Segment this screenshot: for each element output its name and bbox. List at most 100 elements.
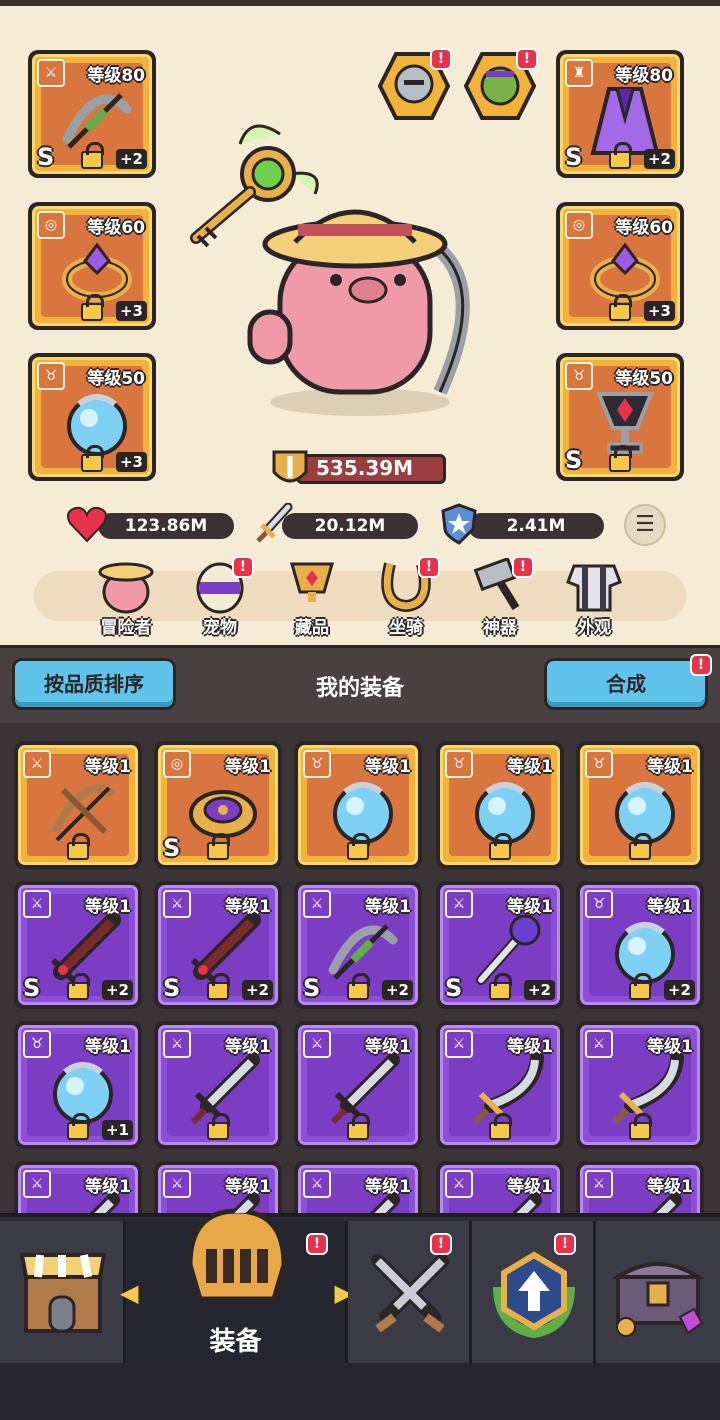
equip-slot-weapon[interactable]: ⚔ 等级80 S +2 [28,50,156,178]
tab-upgrade[interactable]: ! [472,1221,596,1363]
upgrade-emblem-icon [493,1251,575,1339]
sword-icon: ⚔ [23,890,51,918]
level-label: 等级1 [85,1037,131,1057]
nav-pet[interactable]: ! 宠物 [180,556,260,638]
nav-mount[interactable]: ! 坐骑 [366,556,446,638]
inventory-item[interactable]: ⚔ 等级1 [294,1161,422,1213]
sword-icon: ⚔ [303,1170,331,1198]
enhance-level: +3 [115,452,147,472]
inventory-item[interactable]: ⚔ 等级1 S +2 [294,881,422,1009]
inventory-item[interactable]: ⚔ 等级1 [436,1161,564,1213]
tab-equipment[interactable]: ◀ ! 装备 ▶ [120,1208,353,1363]
enhance-level: +2 [115,149,147,169]
sword-icon: ⚔ [23,1170,51,1198]
sort-by-quality-button[interactable]: 按品质排序 [12,658,176,710]
equip-slot-ring[interactable]: ◎ 等级60 +3 [28,202,156,330]
grade-label: S [565,143,583,171]
nav-collection[interactable]: 藏品 [272,558,352,638]
necklace-icon: ♉ [23,1030,51,1058]
inventory-item[interactable]: ⚔ 等级1 S +2 [14,881,142,1009]
tab-shop[interactable] [0,1221,126,1363]
level-label: 等级1 [225,1037,271,1057]
level-label: 等级1 [85,897,131,917]
sword-icon: ⚔ [163,890,191,918]
outfit-icon [566,564,622,612]
level-label: 等级1 [225,757,271,777]
equip-slot-necklace[interactable]: ♉ 等级50 +3 [28,353,156,481]
details-button[interactable]: ☰ [624,504,666,546]
crossed-swords-icon [371,1254,449,1333]
inventory-item[interactable]: ⚔ 等级1 [576,1021,704,1149]
alert-badge: ! [512,556,534,578]
companion-orc[interactable]: ! [463,48,538,122]
lock-icon [81,142,104,169]
inventory-item[interactable]: ⚔ 等级1 [14,1161,142,1213]
inventory-item[interactable]: ♉ 等级1 [576,741,704,869]
level-label: 等级60 [615,218,673,238]
nav-label: 神器 [483,618,517,638]
lock-icon [609,142,632,169]
inventory-item[interactable]: ◎ 等级1 S [154,741,282,869]
enhance-level: +2 [523,980,555,1000]
sword-icon: ⚔ [445,1030,473,1058]
tab-treasure[interactable] [596,1221,720,1363]
nav-label: 坐骑 [389,618,423,638]
inventory-item[interactable]: ♉ 等级1 +1 [14,1021,142,1149]
equip-slot-trinket[interactable]: ♉ 等级50 S [556,353,684,481]
inventory-item[interactable]: ⚔ 等级1 S +2 [436,881,564,1009]
nav-appearance[interactable]: 外观 [554,558,634,638]
nav-artifact[interactable]: ! 神器 [460,556,540,638]
tab-label: 装备 [209,1327,262,1357]
enhance-level: +2 [101,980,133,1000]
tab-battle[interactable]: ! [348,1221,472,1363]
sword-icon: ⚔ [163,1030,191,1058]
level-label: 等级1 [225,897,271,917]
inventory-item[interactable]: ⚔ 等级1 S +2 [154,881,282,1009]
alert-badge: ! [232,556,254,578]
level-label: 等级1 [507,1177,553,1197]
grade-label: S [163,834,181,862]
equip-slot-ring-2[interactable]: ◎ 等级60 +3 [556,202,684,330]
equip-slot-armor[interactable]: ♜ 等级80 S +2 [556,50,684,178]
nav-adventurer[interactable]: 冒险者 [86,558,166,638]
necklace-icon: ♉ [445,750,473,778]
inventory-item[interactable]: ♉ 等级1 +2 [576,881,704,1009]
lock-icon [609,445,632,472]
enhance-level: +2 [241,980,273,1000]
combat-power: 535.39M [270,448,446,488]
inventory-item[interactable]: ⚔ 等级1 [294,1021,422,1149]
enhance-level: +2 [663,980,695,1000]
level-label: 等级1 [647,1177,693,1197]
level-label: 等级1 [365,757,411,777]
level-label: 等级50 [87,369,145,389]
sword-icon: ⚔ [37,59,65,87]
inventory-item[interactable]: ⚔ 等级1 [154,1021,282,1149]
inventory-item[interactable]: ⚔ 等级1 [14,741,142,869]
sword-icon: ⚔ [585,1170,613,1198]
lock-icon [609,294,632,321]
inventory-item[interactable]: ⚔ 等级1 [436,1021,564,1149]
hp-stat: 123.86M [98,513,234,539]
sword-shield-icon [272,450,308,483]
level-label: 等级1 [647,1037,693,1057]
enhance-level: +1 [101,1120,133,1140]
inventory-item[interactable]: ⚔ 等级1 [576,1161,704,1213]
grade-label: S [37,143,55,171]
ring-icon: ◎ [163,750,191,778]
merge-button[interactable]: 合成 [544,658,708,710]
level-label: 等级80 [87,66,145,86]
inventory-item[interactable]: ♉ 等级1 [294,741,422,869]
inventory-item[interactable]: ⚔ 等级1 [154,1161,282,1213]
level-label: 等级1 [647,897,693,917]
enhance-level: +3 [115,301,147,321]
level-label: 等级1 [507,757,553,777]
ring-icon: ◎ [37,211,65,239]
companion-knight[interactable]: ! [377,48,452,122]
lock-icon [347,1113,370,1140]
level-label: 等级60 [87,218,145,238]
lock-icon [81,294,104,321]
inventory-item[interactable]: ♉ 等级1 [436,741,564,869]
character-panel: ⚔ 等级80 S +2 ◎ 等级60 +3 ♉ 等级50 +3 ♜ 等级80 S… [0,0,720,645]
alert-badge: ! [554,1233,576,1255]
sword-icon [256,503,293,543]
